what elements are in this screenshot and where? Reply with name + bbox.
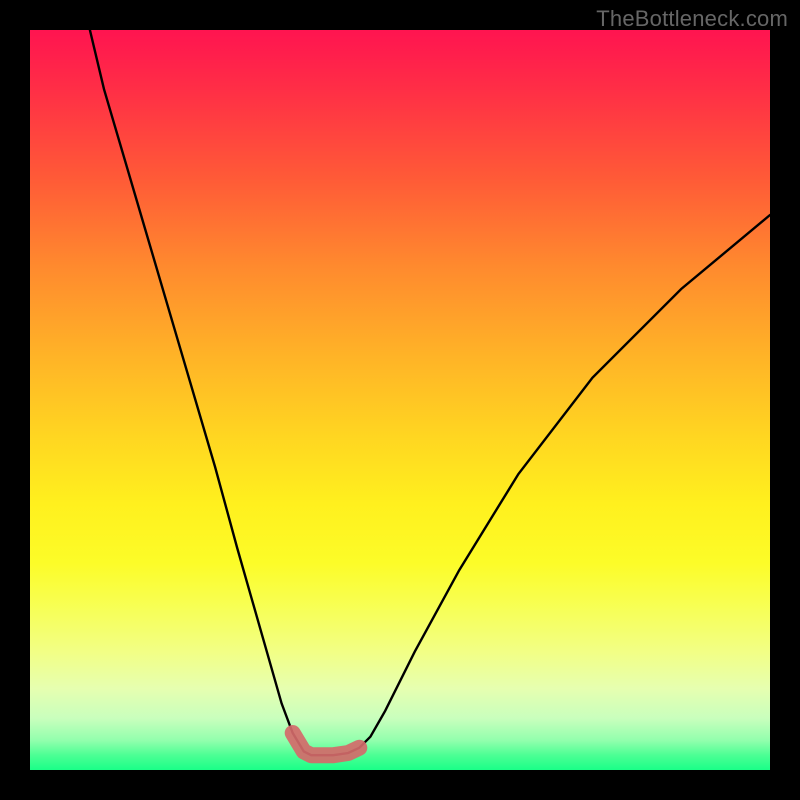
chart-frame: TheBottleneck.com xyxy=(0,0,800,800)
attribution-text: TheBottleneck.com xyxy=(596,6,788,32)
highlight-band-path xyxy=(293,733,360,755)
main-curve-path xyxy=(90,30,770,755)
plot-area xyxy=(30,30,770,770)
curve-layer xyxy=(30,30,770,770)
